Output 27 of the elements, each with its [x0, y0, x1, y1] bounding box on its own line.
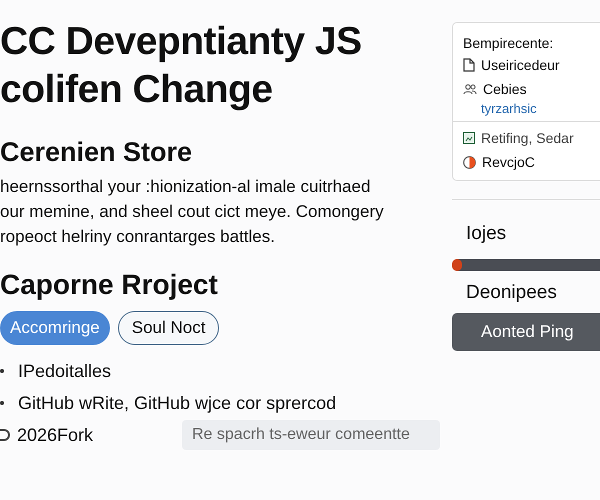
radio-icon[interactable]: [0, 429, 10, 441]
list-item: IPedoitalles: [18, 360, 112, 382]
search-field[interactable]: Re spacrh ts-eweur comeentte: [182, 420, 440, 450]
bullet-icon: [0, 401, 4, 405]
card-title: Bempirecente:: [462, 34, 554, 53]
file-icon: [463, 58, 475, 72]
image-icon: [463, 132, 475, 144]
card-item[interactable]: Retifing, Sedar: [481, 128, 574, 148]
pie-chart-icon: [463, 156, 476, 168]
bullet-icon: [0, 369, 4, 373]
pill-button[interactable]: Accomringe: [0, 311, 110, 345]
subtitle: Cerenien Store: [0, 136, 194, 168]
page-title: colifen Change: [0, 67, 274, 113]
card-link[interactable]: tyrzarhsic: [463, 101, 600, 117]
users-icon: [463, 83, 477, 95]
page-title: CC Devepntianty JS: [0, 19, 363, 65]
progress-label: Iojes: [466, 222, 508, 246]
pill-button[interactable]: Soul Noct: [118, 311, 220, 345]
card-item[interactable]: Cebies: [483, 78, 527, 100]
section-title: Caporne Rroject: [0, 268, 219, 302]
list-item: 2026Fork: [17, 424, 94, 446]
description: heernssorthal your :hionization-al imale cuitrhaed our memine, and sheel cout cict meye. Comongery ropeoct helriny conrantarges battles.: [0, 176, 385, 248]
card-item[interactable]: RevcjoC: [482, 152, 535, 172]
list-item: GitHub wRite, GitHub wjce cor sprercod: [18, 392, 336, 415]
card-item[interactable]: Useiricedeur: [481, 54, 560, 76]
section-label: Deonipees: [466, 280, 558, 304]
action-button[interactable]: Aonted Ping: [452, 313, 600, 351]
